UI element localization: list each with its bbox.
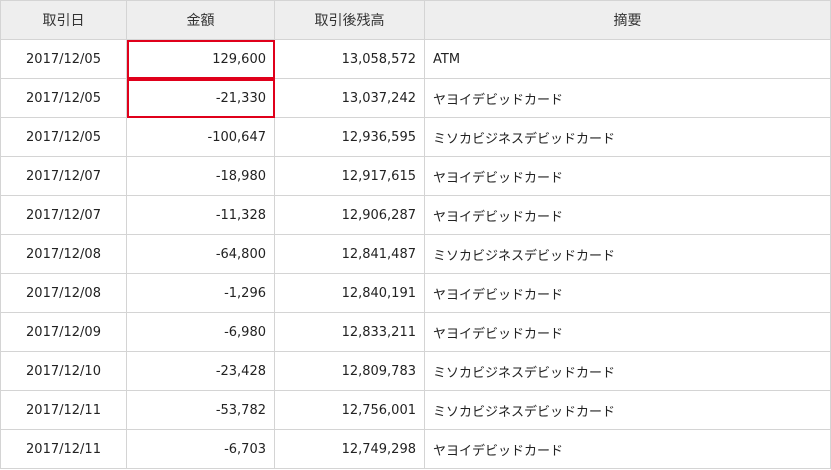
header-balance: 取引後残高 bbox=[274, 0, 425, 40]
cell-date: 2017/12/07 bbox=[0, 195, 127, 235]
cell-balance: 12,809,783 bbox=[274, 351, 425, 391]
table-row: 2017/12/11 -6,703 12,749,298 ヤヨイデビッドカード bbox=[0, 429, 831, 469]
table-row: 2017/12/08 -1,296 12,840,191 ヤヨイデビッドカード bbox=[0, 273, 831, 313]
cell-date: 2017/12/05 bbox=[0, 78, 127, 118]
cell-amount: 129,600 bbox=[126, 39, 275, 79]
table-row: 2017/12/05 -100,647 12,936,595 ミソカビジネスデビ… bbox=[0, 117, 831, 157]
table-row: 2017/12/11 -53,782 12,756,001 ミソカビジネスデビッ… bbox=[0, 390, 831, 430]
cell-balance: 12,833,211 bbox=[274, 312, 425, 352]
cell-balance: 12,840,191 bbox=[274, 273, 425, 313]
cell-date: 2017/12/11 bbox=[0, 429, 127, 469]
cell-memo: ミソカビジネスデビッドカード bbox=[424, 390, 831, 430]
cell-date: 2017/12/11 bbox=[0, 390, 127, 430]
cell-date: 2017/12/10 bbox=[0, 351, 127, 391]
cell-memo: ミソカビジネスデビッドカード bbox=[424, 351, 831, 391]
cell-date: 2017/12/05 bbox=[0, 39, 127, 79]
cell-balance: 12,906,287 bbox=[274, 195, 425, 235]
cell-date: 2017/12/08 bbox=[0, 234, 127, 274]
cell-amount: -21,330 bbox=[126, 78, 275, 118]
cell-amount: -6,703 bbox=[126, 429, 275, 469]
cell-amount: -11,328 bbox=[126, 195, 275, 235]
table-header-row: 取引日 金額 取引後残高 摘要 bbox=[0, 0, 831, 40]
table-row: 2017/12/05 -21,330 13,037,242 ヤヨイデビッドカード bbox=[0, 78, 831, 118]
cell-balance: 12,749,298 bbox=[274, 429, 425, 469]
cell-balance: 12,756,001 bbox=[274, 390, 425, 430]
cell-memo: ミソカビジネスデビッドカード bbox=[424, 234, 831, 274]
table-row: 2017/12/07 -18,980 12,917,615 ヤヨイデビッドカード bbox=[0, 156, 831, 196]
cell-balance: 13,058,572 bbox=[274, 39, 425, 79]
table-row: 2017/12/05 129,600 13,058,572 ATM bbox=[0, 39, 831, 79]
header-memo: 摘要 bbox=[424, 0, 831, 40]
table-row: 2017/12/10 -23,428 12,809,783 ミソカビジネスデビッ… bbox=[0, 351, 831, 391]
cell-amount: -64,800 bbox=[126, 234, 275, 274]
table-row: 2017/12/07 -11,328 12,906,287 ヤヨイデビッドカード bbox=[0, 195, 831, 235]
cell-balance: 12,936,595 bbox=[274, 117, 425, 157]
transaction-history: 取引日 金額 取引後残高 摘要 2017/12/05 129,600 13,05… bbox=[0, 0, 831, 470]
cell-amount: -6,980 bbox=[126, 312, 275, 352]
cell-amount: -100,647 bbox=[126, 117, 275, 157]
cell-balance: 12,917,615 bbox=[274, 156, 425, 196]
cell-amount: -23,428 bbox=[126, 351, 275, 391]
cell-amount: -18,980 bbox=[126, 156, 275, 196]
cell-date: 2017/12/05 bbox=[0, 117, 127, 157]
table-row: 2017/12/08 -64,800 12,841,487 ミソカビジネスデビッ… bbox=[0, 234, 831, 274]
cell-memo: ヤヨイデビッドカード bbox=[424, 429, 831, 469]
cell-balance: 13,037,242 bbox=[274, 78, 425, 118]
cell-date: 2017/12/08 bbox=[0, 273, 127, 313]
cell-memo: ヤヨイデビッドカード bbox=[424, 195, 831, 235]
header-amount: 金額 bbox=[126, 0, 275, 40]
table-row: 2017/12/09 -6,980 12,833,211 ヤヨイデビッドカード bbox=[0, 312, 831, 352]
header-date: 取引日 bbox=[0, 0, 127, 40]
cell-memo: ミソカビジネスデビッドカード bbox=[424, 117, 831, 157]
cell-amount: -53,782 bbox=[126, 390, 275, 430]
cell-memo: ヤヨイデビッドカード bbox=[424, 312, 831, 352]
cell-date: 2017/12/09 bbox=[0, 312, 127, 352]
cell-memo: ATM bbox=[424, 39, 831, 79]
cell-memo: ヤヨイデビッドカード bbox=[424, 78, 831, 118]
cell-amount: -1,296 bbox=[126, 273, 275, 313]
cell-balance: 12,841,487 bbox=[274, 234, 425, 274]
cell-memo: ヤヨイデビッドカード bbox=[424, 156, 831, 196]
cell-memo: ヤヨイデビッドカード bbox=[424, 273, 831, 313]
cell-date: 2017/12/07 bbox=[0, 156, 127, 196]
transactions-table: 取引日 金額 取引後残高 摘要 2017/12/05 129,600 13,05… bbox=[0, 0, 831, 469]
